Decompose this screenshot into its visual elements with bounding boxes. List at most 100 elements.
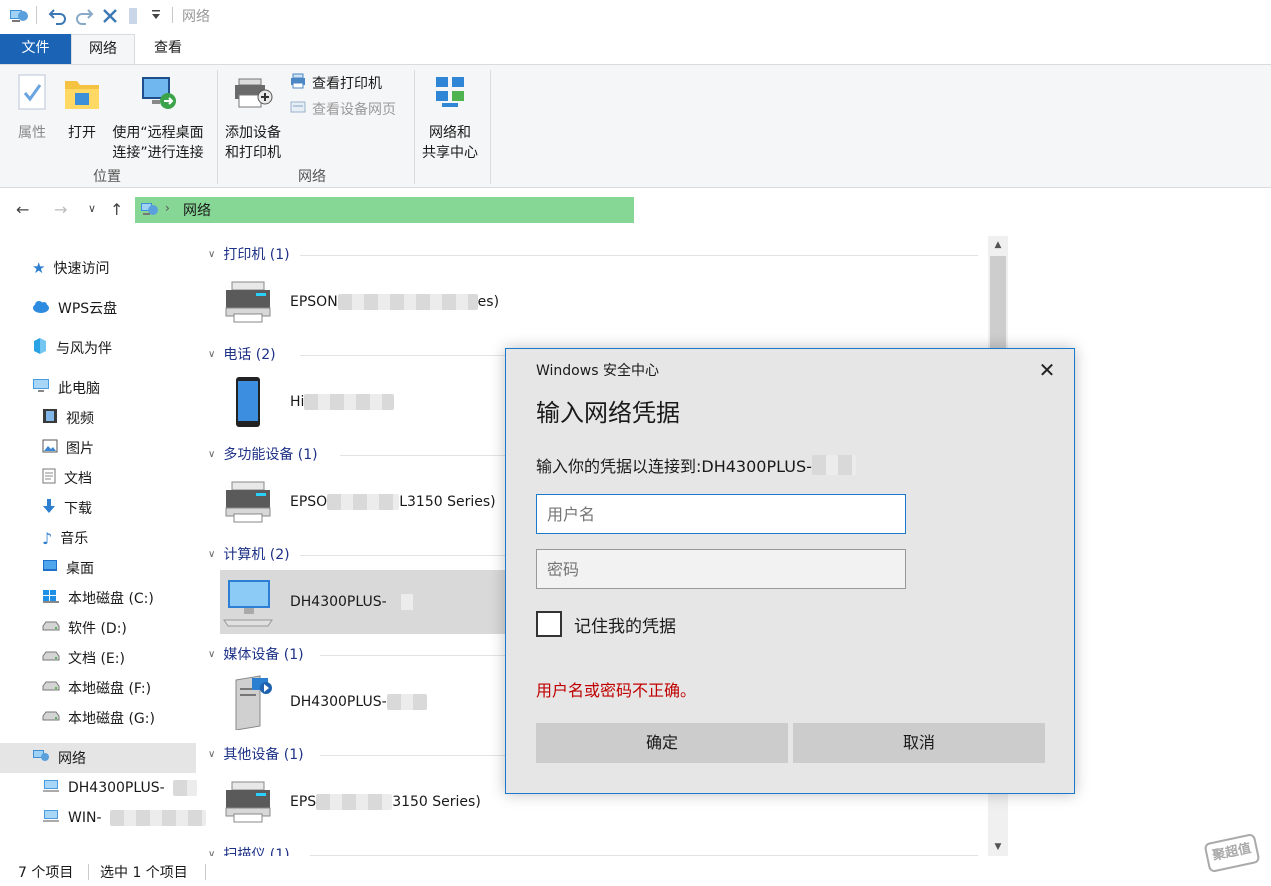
password-input[interactable]: [536, 549, 906, 589]
nav-label: 音乐: [60, 531, 89, 547]
dialog-heading: 输入网络凭据: [536, 399, 680, 427]
network-app-icon: [8, 6, 30, 30]
username-input[interactable]: [536, 494, 906, 534]
chevron-down-icon: ∨: [208, 848, 216, 857]
group-header-other[interactable]: ∨ 其他设备 (1): [208, 743, 304, 765]
nav-user-folder[interactable]: 与风为伴: [32, 333, 112, 363]
breadcrumb-chevron-icon: ›: [165, 201, 170, 215]
group-title: 打印机 (1): [223, 247, 290, 263]
group-header-computers[interactable]: ∨ 计算机 (2): [208, 543, 290, 565]
device-computer-dh4300[interactable]: DH4300PLUS-: [220, 570, 520, 634]
nav-pictures[interactable]: 图片: [42, 433, 94, 463]
open-button[interactable]: 打开: [60, 73, 104, 143]
address-bar[interactable]: › 网络: [135, 197, 634, 223]
nav-drive-g[interactable]: 本地磁盘 (G:): [42, 703, 155, 733]
back-button[interactable]: ←: [16, 200, 29, 219]
chevron-down-icon: ∨: [208, 548, 216, 560]
chevron-down-icon: ∨: [208, 748, 216, 760]
tab-file[interactable]: 文件: [0, 34, 71, 64]
undo-icon[interactable]: [48, 6, 68, 30]
nav-videos[interactable]: 视频: [42, 403, 94, 433]
download-arrow-icon: [42, 498, 56, 518]
device-epson-mfp[interactable]: EPSO L3150 Series): [220, 470, 520, 534]
customize-toolbar-icon[interactable]: [150, 8, 162, 26]
computer-icon: [32, 378, 50, 398]
group-title: 媒体设备 (1): [223, 647, 304, 663]
view-printers-button[interactable]: 查看打印机: [290, 73, 382, 93]
group-header-printers[interactable]: ∨ 打印机 (1): [208, 243, 290, 265]
nav-drive-d[interactable]: 软件 (D:): [42, 613, 127, 643]
nav-network-pc-dh4300[interactable]: DH4300PLUS-: [42, 773, 197, 803]
nav-this-pc[interactable]: 此电脑: [32, 373, 100, 403]
back-arrow-icon: ←: [16, 200, 30, 219]
window-title: 网络: [182, 9, 210, 25]
group-header-multifunction[interactable]: ∨ 多功能设备 (1): [208, 443, 318, 465]
nav-drive-c[interactable]: 本地磁盘 (C:): [42, 583, 154, 613]
remember-checkbox[interactable]: [536, 611, 562, 637]
rename-icon[interactable]: [126, 6, 140, 30]
remember-credentials-row[interactable]: 记住我的凭据: [536, 611, 676, 637]
remote-desktop-label-1: 使用“远程桌面: [112, 125, 204, 141]
device-epson-other[interactable]: EPS 3150 Series): [220, 770, 520, 834]
nav-documents[interactable]: 文档: [42, 463, 92, 493]
nav-label: 视频: [66, 411, 94, 427]
nav-network-pc-win[interactable]: WIN-: [42, 803, 206, 833]
ok-button[interactable]: 确定: [536, 723, 788, 763]
group-header-scanners[interactable]: ∨ 扫描仪 (1): [208, 843, 290, 856]
view-device-webpage-button[interactable]: 查看设备网页: [290, 99, 396, 119]
scroll-down-icon[interactable]: ▼: [988, 838, 1008, 856]
recent-locations-button[interactable]: ∨: [88, 202, 96, 215]
printer-icon: [220, 774, 276, 830]
picture-icon: [42, 439, 58, 457]
device-media-dh4300[interactable]: DH4300PLUS-: [220, 670, 520, 734]
remote-desktop-icon: [108, 73, 208, 119]
nav-desktop[interactable]: 桌面: [42, 553, 94, 583]
drive-icon: [42, 620, 60, 636]
nav-quick-access[interactable]: ★ 快速访问: [32, 253, 109, 283]
cloud-icon: [32, 299, 50, 317]
user-folder-icon: [32, 337, 48, 359]
nav-network[interactable]: 网络: [0, 743, 196, 773]
tab-view[interactable]: 查看: [138, 34, 198, 64]
close-icon[interactable]: ✕: [1032, 357, 1062, 383]
chevron-down-icon: ∨: [208, 348, 216, 360]
dialog-subtitle: 输入你的凭据以连接到:DH4300PLUS-: [536, 453, 856, 477]
media-server-icon: [220, 674, 276, 730]
device-epson-printer[interactable]: EPSON es): [220, 270, 520, 334]
nav-label: 图片: [66, 441, 94, 457]
nav-downloads[interactable]: 下载: [42, 493, 92, 523]
credentials-dialog: Windows 安全中心 ✕ 输入网络凭据 输入你的凭据以连接到:DH4300P…: [505, 348, 1075, 794]
forward-button[interactable]: →: [54, 200, 67, 219]
chevron-down-icon: ∨: [208, 448, 216, 460]
scroll-up-icon[interactable]: ▲: [988, 236, 1008, 254]
drive-icon: [42, 710, 60, 726]
network-sharing-center-button[interactable]: 网络和 共享中心: [418, 73, 482, 163]
phone-icon: [220, 374, 276, 430]
group-header-media[interactable]: ∨ 媒体设备 (1): [208, 643, 304, 665]
device-phone[interactable]: Hi: [220, 370, 520, 434]
nav-label: 文档 (E:): [68, 651, 125, 667]
delete-icon[interactable]: [100, 6, 120, 30]
chevron-down-icon: ∨: [208, 648, 216, 660]
navigation-pane: ★ 快速访问 WPS云盘 与风为伴 此电脑 视频 图片 文档 下载 ♪ 音乐 桌…: [0, 236, 206, 856]
group-header-phones[interactable]: ∨ 电话 (2): [208, 343, 276, 365]
drive-icon: [42, 680, 60, 696]
up-button[interactable]: ↑: [110, 200, 123, 219]
music-note-icon: ♪: [42, 528, 53, 548]
nav-label: 本地磁盘 (C:): [68, 591, 154, 607]
properties-button[interactable]: 属性: [10, 73, 54, 143]
nav-music[interactable]: ♪ 音乐: [42, 523, 88, 553]
remote-desktop-button[interactable]: 使用“远程桌面 连接”进行连接: [108, 73, 208, 163]
drive-icon: [42, 650, 60, 666]
nav-label: 桌面: [66, 561, 94, 577]
video-icon: [42, 408, 58, 428]
computer-icon: [220, 574, 276, 630]
cancel-button[interactable]: 取消: [793, 723, 1045, 763]
add-device-button[interactable]: 添加设备 和打印机: [222, 73, 284, 163]
nav-wps-cloud[interactable]: WPS云盘: [32, 293, 117, 323]
breadcrumb-network[interactable]: 网络: [183, 200, 211, 220]
redo-icon[interactable]: [74, 6, 94, 30]
tab-network[interactable]: 网络: [71, 34, 135, 65]
nav-drive-e[interactable]: 文档 (E:): [42, 643, 125, 673]
nav-drive-f[interactable]: 本地磁盘 (F:): [42, 673, 151, 703]
